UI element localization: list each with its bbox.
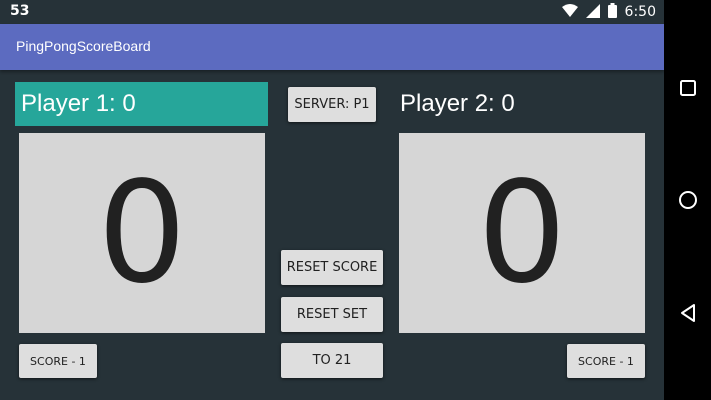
recents-icon — [680, 80, 696, 96]
recents-button[interactable] — [672, 72, 704, 104]
app-bar: PingPongScoreBoard — [0, 24, 664, 70]
status-time: 6:50 — [624, 4, 656, 20]
wifi-icon — [561, 3, 578, 21]
home-button[interactable] — [672, 184, 704, 216]
battery-icon — [607, 3, 617, 21]
player1-score-button[interactable]: 0 — [19, 133, 265, 333]
player1-label: Player 1: 0 — [15, 82, 268, 126]
signal-icon — [585, 3, 600, 21]
back-icon — [681, 304, 695, 322]
to21-button[interactable]: TO 21 — [281, 343, 383, 378]
home-icon — [679, 191, 697, 209]
status-icons: 6:50 — [561, 3, 656, 21]
app-screen: 53 6:50 PingPongScoreBoard Player 1: 0 S… — [0, 0, 664, 400]
back-button[interactable] — [672, 297, 704, 329]
player1-score-minus-button[interactable]: SCORE - 1 — [19, 344, 97, 378]
reset-score-button[interactable]: RESET SCORE — [281, 250, 383, 285]
player2-score-button[interactable]: 0 — [399, 133, 645, 333]
status-bar: 53 6:50 — [0, 0, 664, 24]
player2-label: Player 2: 0 — [400, 90, 515, 117]
navigation-bar — [664, 0, 711, 400]
app-title: PingPongScoreBoard — [16, 38, 151, 54]
server-button[interactable]: SERVER: P1 — [288, 87, 376, 122]
player2-score-minus-button[interactable]: SCORE - 1 — [567, 344, 645, 378]
status-notification-count: 53 — [10, 3, 30, 19]
reset-set-button[interactable]: RESET SET — [281, 297, 383, 332]
